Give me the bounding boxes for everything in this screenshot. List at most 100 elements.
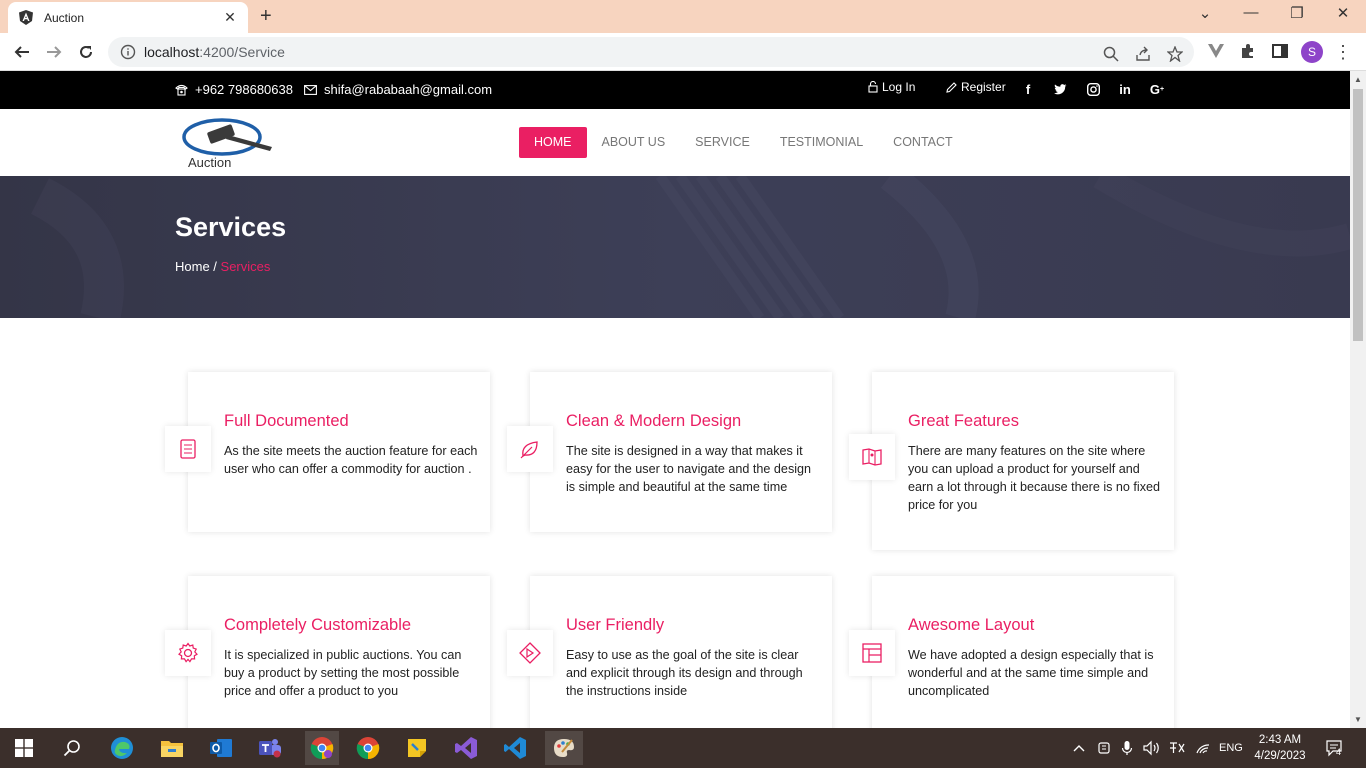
page-viewport: +962 798680638 shifa@rababaah@gmail.com … [0, 71, 1350, 728]
volume-icon[interactable] [1143, 728, 1161, 768]
nav-contact[interactable]: CONTACT [878, 127, 968, 158]
chrome-icon[interactable] [354, 734, 382, 762]
extensions-puzzle-icon[interactable] [1239, 42, 1257, 60]
login-link[interactable]: Log In [868, 80, 915, 94]
card-title: Great Features [908, 412, 1019, 430]
close-icon[interactable]: ✕ [222, 9, 238, 26]
card-text: We have adopted a design especially that… [908, 648, 1154, 698]
share-icon[interactable] [1134, 45, 1152, 63]
card-title: User Friendly [566, 616, 665, 634]
page-banner: Services Home / Services [0, 176, 1350, 318]
meet-now-icon[interactable] [1097, 728, 1113, 768]
system-clock[interactable]: 2:43 AM 4/29/2023 [1248, 732, 1312, 764]
top-contact-bar: +962 798680638 shifa@rababaah@gmail.com … [0, 71, 1350, 109]
profile-avatar[interactable]: S [1301, 41, 1323, 63]
scroll-thumb[interactable] [1353, 89, 1363, 341]
notification-count: 4 [1336, 747, 1342, 757]
scroll-down-icon[interactable]: ▼ [1354, 715, 1362, 724]
layout-icon [849, 630, 895, 676]
service-card: Completely Customizable It is specialize… [165, 576, 490, 728]
svg-text:Auction: Auction [188, 155, 231, 170]
search-icon[interactable] [58, 734, 86, 762]
browser-tab[interactable]: Auction ✕ [8, 2, 248, 33]
gear-icon [165, 630, 211, 676]
nav-service[interactable]: SERVICE [680, 127, 765, 158]
card-title: Full Documented [224, 412, 349, 430]
browser-tab-bar: Auction ✕ + ⌄ — ❐ ✕ [0, 0, 1366, 33]
windows-start-icon[interactable] [10, 734, 38, 762]
scroll-up-icon[interactable]: ▲ [1354, 75, 1362, 84]
back-icon[interactable] [11, 41, 33, 63]
breadcrumb-home[interactable]: Home / [175, 259, 217, 274]
nav-home[interactable]: HOME [519, 127, 587, 158]
window-close-icon[interactable]: ✕ [1328, 4, 1358, 22]
lock-icon [868, 81, 878, 93]
card-text: Easy to use as the goal of the site is c… [566, 648, 803, 698]
google-plus-icon[interactable]: G + [1149, 81, 1165, 97]
visual-studio-icon[interactable] [452, 734, 480, 762]
sticky-notes-icon[interactable] [403, 734, 431, 762]
service-card: Clean & Modern Design The site is design… [507, 372, 832, 532]
breadcrumb: Home / Services [175, 259, 270, 274]
clock-time: 2:43 AM [1258, 734, 1302, 746]
teams-icon[interactable] [256, 734, 284, 762]
service-card: Full Documented As the site meets the au… [165, 372, 490, 532]
forward-icon[interactable] [43, 41, 65, 63]
address-bar[interactable]: localhost:4200/Service [108, 37, 1194, 67]
info-icon[interactable] [120, 44, 136, 60]
keyboard-ime-icon[interactable] [1168, 728, 1186, 768]
phone-contact: +962 798680638 [175, 82, 293, 97]
windows-taskbar: ENG 2:43 AM 4/29/2023 4 [0, 728, 1366, 768]
twitter-icon[interactable] [1052, 81, 1068, 97]
outlook-icon[interactable] [207, 734, 235, 762]
phone-icon [175, 84, 188, 96]
vscode-icon[interactable] [501, 734, 529, 762]
language-indicator[interactable]: ENG [1219, 728, 1243, 768]
leaf-icon [507, 426, 553, 472]
microphone-icon[interactable] [1121, 728, 1133, 768]
bookmark-star-icon[interactable] [1166, 45, 1184, 63]
linkedin-icon[interactable]: in [1117, 81, 1133, 97]
side-panel-icon[interactable] [1271, 42, 1289, 60]
banner-background-graphic [30, 176, 1350, 318]
service-card: Awesome Layout We have adopted a design … [849, 576, 1174, 728]
minimize-icon[interactable]: — [1236, 4, 1266, 21]
card-title: Clean & Modern Design [566, 412, 742, 430]
card-text: It is specialized in public auctions. Yo… [224, 648, 462, 698]
paint-icon[interactable] [545, 731, 583, 765]
angular-icon [18, 10, 34, 26]
more-menu-icon[interactable]: ⋮ [1334, 41, 1352, 63]
facebook-icon[interactable]: f [1020, 81, 1036, 97]
card-text: The site is designed in a way that makes… [566, 444, 812, 494]
card-title: Awesome Layout [908, 616, 1035, 634]
nav-testimonial[interactable]: TESTIMONIAL [765, 127, 878, 158]
zoom-icon[interactable] [1102, 45, 1120, 63]
pencil-icon [946, 81, 957, 93]
nav-about-us[interactable]: ABOUT US [587, 127, 681, 158]
instagram-icon[interactable] [1085, 81, 1101, 97]
reload-icon[interactable] [75, 41, 97, 63]
vue-devtools-icon[interactable] [1207, 42, 1225, 60]
new-tab-icon[interactable]: + [260, 6, 272, 26]
url-text: localhost:4200/Service [144, 44, 285, 60]
file-explorer-icon[interactable] [158, 734, 186, 762]
service-card: Great Features There are many features o… [849, 372, 1174, 550]
card-text: There are many features on the site wher… [908, 444, 1161, 512]
card-text: As the site meets the auction feature fo… [224, 444, 478, 476]
map-icon [849, 434, 895, 480]
chevron-down-icon[interactable]: ⌄ [1190, 4, 1220, 22]
document-icon [165, 426, 211, 472]
register-link[interactable]: Register [946, 80, 1006, 94]
wifi-icon[interactable] [1195, 728, 1211, 768]
restore-icon[interactable]: ❐ [1282, 4, 1312, 22]
edge-browser-icon[interactable] [108, 734, 136, 762]
notification-center-icon[interactable]: 4 [1325, 728, 1345, 768]
envelope-icon [304, 84, 317, 95]
main-nav: HOME ABOUT US SERVICE TESTIMONIAL CONTAC… [519, 127, 968, 158]
page-title: Services [175, 212, 287, 242]
chrome-profile-icon[interactable] [305, 731, 339, 765]
auction-logo[interactable]: Auction [180, 115, 284, 171]
page-scrollbar[interactable]: ▲ ▼ [1350, 71, 1366, 728]
tray-chevron-up-icon[interactable] [1072, 728, 1086, 768]
browser-toolbar: localhost:4200/Service [0, 33, 1366, 71]
